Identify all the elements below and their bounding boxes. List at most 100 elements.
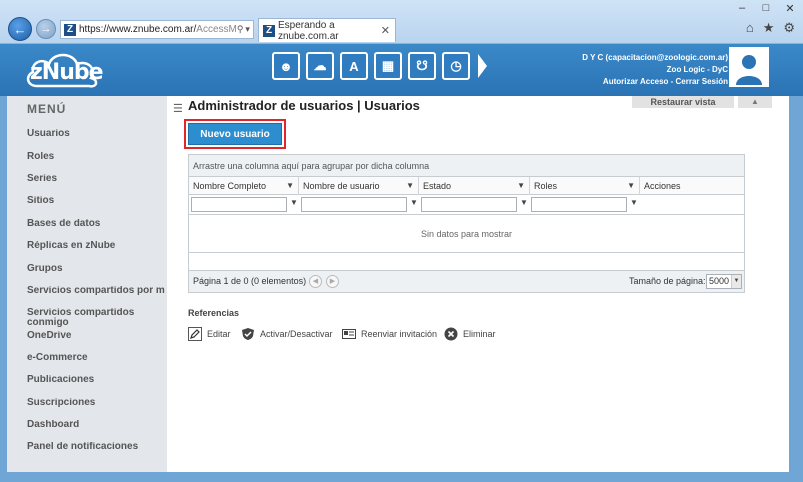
window-border-right <box>789 96 803 472</box>
sidebar-item-bases-de-datos[interactable]: Bases de datos <box>27 219 165 229</box>
tab-title: Esperando a znube.com.ar <box>278 19 339 42</box>
brand-name: zNube <box>30 60 104 85</box>
sidebar-item-series[interactable]: Series <box>27 174 165 184</box>
sidebar-item-usuarios[interactable]: Usuarios <box>27 129 165 139</box>
back-button[interactable]: ← <box>8 17 32 41</box>
ab-icon[interactable]: A <box>340 52 368 80</box>
tab-favicon: Z <box>263 24 275 37</box>
grid-filter-row: ▼ ▼ ▼ ▼ <box>189 195 744 215</box>
reference-reenviar-invitacion: Reenviar invitación <box>342 327 437 341</box>
address-url: https://www.znube.com.ar/AccessM <box>79 24 237 35</box>
users-grid: Arrastre una columna aquí para agrupar p… <box>188 154 745 293</box>
avatar[interactable] <box>729 47 769 87</box>
sidebar-item-grupos[interactable]: Grupos <box>27 264 165 274</box>
reference-activar-desactivar: Activar/Desactivar <box>241 327 333 341</box>
module-next-arrow-icon[interactable] <box>478 54 487 78</box>
grid-empty-message: Sin datos para mostrar <box>189 215 744 253</box>
reference-eliminar: Eliminar <box>444 327 496 341</box>
sidebar-item-sitios[interactable]: Sitios <box>27 196 165 206</box>
browser-chrome: – □ ✕ ← → Z https://www.znube.com.ar/Acc… <box>0 0 803 44</box>
reference-editar: Editar <box>188 327 231 341</box>
settings-gear-icon[interactable]: ⚙ <box>783 20 795 36</box>
new-user-button[interactable]: Nuevo usuario <box>188 123 282 145</box>
collapse-header-button[interactable]: ▲ <box>738 96 772 108</box>
filter-funnel-icon[interactable]: ▼ <box>290 198 298 207</box>
favorites-star-icon[interactable]: ★ <box>763 20 775 36</box>
new-tab-button[interactable] <box>398 20 420 40</box>
filter-icon[interactable]: ▼ <box>517 177 525 195</box>
filter-funnel-icon[interactable]: ▼ <box>520 198 528 207</box>
chevron-down-icon[interactable]: ▼ <box>731 275 741 288</box>
module-bar: ☻ ☁ A ▦ ☋ ◷ <box>272 52 487 80</box>
sidebar-item-dashboard[interactable]: Dashboard <box>27 420 165 430</box>
sidebar-item-publicaciones[interactable]: Publicaciones <box>27 375 165 385</box>
filter-input-nombre-usuario[interactable] <box>301 197 407 212</box>
filter-input-roles[interactable] <box>531 197 627 212</box>
pager-next-icon[interactable]: ▶ <box>326 275 339 288</box>
authorize-access-link[interactable]: Autorizar Acceso <box>603 77 669 86</box>
grid-pager: Página 1 de 0 (0 elementos) ◀ ▶ Tamaño d… <box>189 270 744 292</box>
filter-icon[interactable]: ▼ <box>406 177 414 195</box>
hamburger-menu-icon[interactable]: ☰ <box>173 102 183 115</box>
mail-card-icon <box>342 327 356 341</box>
group-by-panel[interactable]: Arrastre una columna aquí para agrupar p… <box>189 155 744 177</box>
restore-view-button[interactable]: Restaurar vista <box>632 96 734 108</box>
sidebar-item-ecommerce[interactable]: e-Commerce <box>27 353 165 363</box>
sidebar: MENÚ Usuarios Roles Series Sitios Bases … <box>7 96 167 472</box>
clock-icon[interactable]: ◷ <box>442 52 470 80</box>
menu-title: MENÚ <box>27 102 67 116</box>
user-info: D Y C (capacitacion@zoologic.com.ar) Zoo… <box>582 53 728 86</box>
references-title: Referencias <box>188 308 240 318</box>
chevron-up-icon: ▲ <box>751 97 759 106</box>
grid-header-row: Nombre Completo ▼ Nombre de usuario ▼ Esta… <box>189 177 744 195</box>
filter-funnel-icon[interactable]: ▼ <box>630 198 638 207</box>
box-icon[interactable]: ▦ <box>374 52 402 80</box>
tab-znube[interactable]: Z Esperando a znube.com.ar ✕ <box>258 18 396 42</box>
address-bar[interactable]: Z https://www.znube.com.ar/AccessM ⚲▾🔒C <box>60 20 254 39</box>
column-header-roles[interactable]: Roles ▼ <box>530 177 640 195</box>
column-header-nombre-completo[interactable]: Nombre Completo ▼ <box>189 177 299 195</box>
user-cloud-icon[interactable]: ☻ <box>272 52 300 80</box>
cloud-gear-icon[interactable]: ☁ <box>306 52 334 80</box>
column-header-estado[interactable]: Estado ▼ <box>419 177 530 195</box>
filter-input-estado[interactable] <box>421 197 517 212</box>
filter-input-nombre-completo[interactable] <box>191 197 287 212</box>
sidebar-item-suscripciones[interactable]: Suscripciones <box>27 398 165 408</box>
delete-circle-icon <box>444 327 458 341</box>
column-header-nombre-usuario[interactable]: Nombre de usuario ▼ <box>299 177 419 195</box>
pager-summary: Página 1 de 0 (0 elementos) <box>193 276 307 286</box>
window-controls: – □ ✕ <box>735 2 797 15</box>
sidebar-item-servicios-compartidos-conmigo[interactable]: Servicios compartidos conmigo <box>27 308 147 328</box>
sidebar-item-onedrive[interactable]: OneDrive <box>27 331 165 341</box>
close-window-icon[interactable]: ✕ <box>783 2 797 15</box>
sidebar-item-replicas[interactable]: Réplicas en zNube <box>27 241 165 251</box>
sidebar-item-panel-notificaciones[interactable]: Panel de notificaciones <box>27 442 165 452</box>
cart-icon[interactable]: ☋ <box>408 52 436 80</box>
user-name: D Y C (capacitacion@zoologic.com.ar) <box>582 53 728 62</box>
tab-close-icon[interactable]: ✕ <box>381 24 390 37</box>
page-size-label: Tamaño de página: <box>629 276 706 286</box>
filter-icon[interactable]: ▼ <box>627 177 635 195</box>
check-shield-icon <box>241 327 255 341</box>
sidebar-item-roles[interactable]: Roles <box>27 152 165 162</box>
user-company: Zoo Logic - DyC <box>666 65 728 74</box>
window-border-bottom <box>0 472 803 482</box>
pager-prev-icon[interactable]: ◀ <box>309 275 322 288</box>
minimize-icon[interactable]: – <box>735 2 749 15</box>
maximize-icon[interactable]: □ <box>759 2 773 15</box>
address-controls[interactable]: ⚲▾🔒C <box>237 24 253 35</box>
page-size-select[interactable]: 5000 ▼ <box>706 274 742 289</box>
filter-funnel-icon[interactable]: ▼ <box>410 198 418 207</box>
site-favicon: Z <box>64 23 76 36</box>
sidebar-item-servicios-compartidos-por-mi[interactable]: Servicios compartidos por mi <box>27 286 165 296</box>
arrow-left-icon: ← <box>13 21 27 37</box>
logout-link[interactable]: Cerrar Sesión <box>676 77 728 86</box>
filter-icon[interactable]: ▼ <box>286 177 294 195</box>
forward-button[interactable]: → <box>36 19 56 39</box>
user-silhouette-icon <box>736 55 762 85</box>
arrow-right-icon: → <box>40 23 52 35</box>
home-icon[interactable]: ⌂ <box>746 20 754 36</box>
browser-tools: ⌂ ★ ⚙ <box>746 20 795 36</box>
main-panel: ☰ Administrador de usuarios | Usuarios R… <box>167 96 789 472</box>
pencil-icon <box>188 327 202 341</box>
